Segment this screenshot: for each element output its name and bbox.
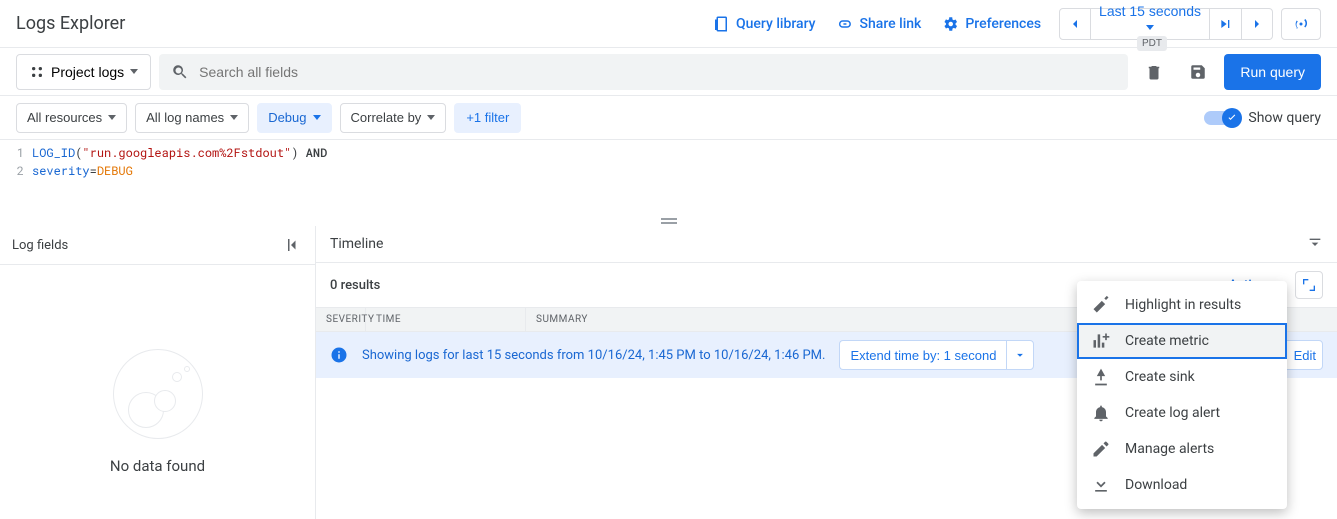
code-token: severity bbox=[32, 163, 90, 179]
time-next-button[interactable] bbox=[1241, 8, 1273, 40]
edit-time-button[interactable]: Edit bbox=[1283, 340, 1323, 370]
book-icon bbox=[712, 15, 730, 33]
show-query-toggle[interactable] bbox=[1204, 111, 1240, 125]
search-icon bbox=[171, 63, 189, 81]
filter-resources[interactable]: All resources bbox=[16, 103, 127, 133]
delete-button[interactable] bbox=[1136, 54, 1172, 90]
info-text: Showing logs for last 15 seconds from 10… bbox=[362, 348, 825, 363]
time-prev-button[interactable] bbox=[1059, 8, 1091, 40]
code-token: "run.googleapis.com%2Fstdout" bbox=[82, 145, 291, 161]
chevron-left-icon bbox=[1067, 16, 1083, 32]
chevron-down-icon bbox=[108, 115, 116, 120]
scatter-icon bbox=[29, 64, 45, 80]
menu-label: Manage alerts bbox=[1125, 441, 1214, 457]
trash-icon bbox=[1145, 63, 1163, 81]
check-icon bbox=[1226, 112, 1238, 124]
chevron-down-icon bbox=[427, 115, 435, 120]
highlight-icon bbox=[1091, 295, 1111, 315]
time-range-button[interactable]: Last 15 seconds PDT bbox=[1091, 8, 1209, 40]
search-input[interactable] bbox=[199, 64, 1116, 80]
menu-create-sink[interactable]: Create sink bbox=[1077, 359, 1287, 395]
time-range-label: Last 15 seconds bbox=[1099, 3, 1201, 19]
filter-correlate[interactable]: Correlate by bbox=[340, 103, 447, 133]
chevron-down-icon bbox=[1013, 348, 1027, 362]
save-icon bbox=[1189, 63, 1207, 81]
save-button[interactable] bbox=[1180, 54, 1216, 90]
editor-gutter: 12 bbox=[0, 144, 32, 212]
menu-highlight[interactable]: Highlight in results bbox=[1077, 287, 1287, 323]
collapse-icon bbox=[285, 236, 303, 254]
sidebar-title: Log fields bbox=[12, 238, 68, 253]
query-library-label: Query library bbox=[736, 16, 816, 32]
code-token: DEBUG bbox=[97, 163, 133, 179]
search-box[interactable] bbox=[159, 54, 1128, 90]
preferences-label: Preferences bbox=[965, 16, 1041, 32]
bell-icon bbox=[1091, 403, 1111, 423]
timeline-expand-button[interactable] bbox=[1307, 236, 1323, 252]
editor-code: LOG_ID("run.googleapis.com%2Fstdout") AN… bbox=[32, 144, 1337, 212]
menu-label: Create log alert bbox=[1125, 405, 1220, 421]
filter-log-names[interactable]: All log names bbox=[135, 103, 249, 133]
filter-correlate-label: Correlate by bbox=[351, 110, 422, 125]
stream-button[interactable] bbox=[1281, 8, 1321, 40]
timeline-title: Timeline bbox=[330, 236, 383, 252]
filter-lognames-label: All log names bbox=[146, 110, 224, 125]
col-time: Time bbox=[366, 308, 526, 331]
share-link-label: Share link bbox=[860, 16, 922, 32]
menu-create-metric[interactable]: Create metric bbox=[1077, 323, 1287, 359]
show-query-label: Show query bbox=[1248, 110, 1321, 126]
menu-label: Highlight in results bbox=[1125, 297, 1241, 313]
col-severity: Severity bbox=[316, 308, 366, 331]
actions-menu: Highlight in results Create metric Creat… bbox=[1077, 281, 1287, 509]
menu-label: Download bbox=[1125, 477, 1187, 493]
chevron-down-icon bbox=[313, 115, 321, 120]
chevron-down-bar-icon bbox=[1307, 236, 1323, 252]
drag-icon bbox=[657, 218, 681, 224]
preferences-link[interactable]: Preferences bbox=[931, 9, 1051, 39]
download-icon bbox=[1091, 475, 1111, 495]
results-count: 0 results bbox=[330, 278, 380, 293]
menu-download[interactable]: Download bbox=[1077, 467, 1287, 503]
info-icon bbox=[330, 346, 348, 364]
collapse-sidebar-button[interactable] bbox=[285, 236, 303, 254]
link-icon bbox=[836, 15, 854, 33]
add-filter-button[interactable]: +1 filter bbox=[454, 103, 521, 133]
scope-button[interactable]: Project logs bbox=[16, 54, 151, 90]
filter-severity-label: Debug bbox=[268, 110, 306, 125]
share-link-link[interactable]: Share link bbox=[826, 9, 932, 39]
page-title: Logs Explorer bbox=[16, 13, 125, 34]
timezone-badge: PDT bbox=[1137, 36, 1167, 51]
create-sink-icon bbox=[1091, 367, 1111, 387]
fullscreen-button[interactable] bbox=[1295, 271, 1323, 299]
chevron-right-icon bbox=[1249, 16, 1265, 32]
empty-illustration bbox=[113, 349, 203, 439]
run-query-button[interactable]: Run query bbox=[1224, 54, 1321, 90]
query-library-link[interactable]: Query library bbox=[702, 9, 826, 39]
jump-end-icon bbox=[1218, 16, 1234, 32]
pencil-icon bbox=[1091, 439, 1111, 459]
time-jump-end-button[interactable] bbox=[1209, 8, 1241, 40]
drag-handle[interactable] bbox=[0, 216, 1337, 226]
chevron-down-icon bbox=[1146, 25, 1154, 30]
menu-create-alert[interactable]: Create log alert bbox=[1077, 395, 1287, 431]
extend-time-dropdown[interactable] bbox=[1006, 340, 1034, 370]
scope-label: Project logs bbox=[51, 64, 124, 80]
chevron-down-icon bbox=[130, 69, 138, 74]
broadcast-icon bbox=[1292, 15, 1310, 33]
menu-label: Create metric bbox=[1125, 333, 1209, 349]
query-editor[interactable]: 12 LOG_ID("run.googleapis.com%2Fstdout")… bbox=[0, 140, 1337, 216]
extend-time-button[interactable]: Extend time by: 1 second bbox=[839, 340, 1006, 370]
code-token: AND bbox=[306, 145, 328, 161]
menu-manage-alerts[interactable]: Manage alerts bbox=[1077, 431, 1287, 467]
chevron-down-icon bbox=[230, 115, 238, 120]
code-token: LOG_ID bbox=[32, 145, 75, 161]
create-metric-icon bbox=[1091, 331, 1111, 351]
empty-text: No data found bbox=[110, 457, 205, 475]
filter-severity[interactable]: Debug bbox=[257, 103, 331, 133]
menu-label: Create sink bbox=[1125, 369, 1195, 385]
gear-icon bbox=[941, 15, 959, 33]
filter-resources-label: All resources bbox=[27, 110, 102, 125]
fullscreen-icon bbox=[1301, 277, 1317, 293]
